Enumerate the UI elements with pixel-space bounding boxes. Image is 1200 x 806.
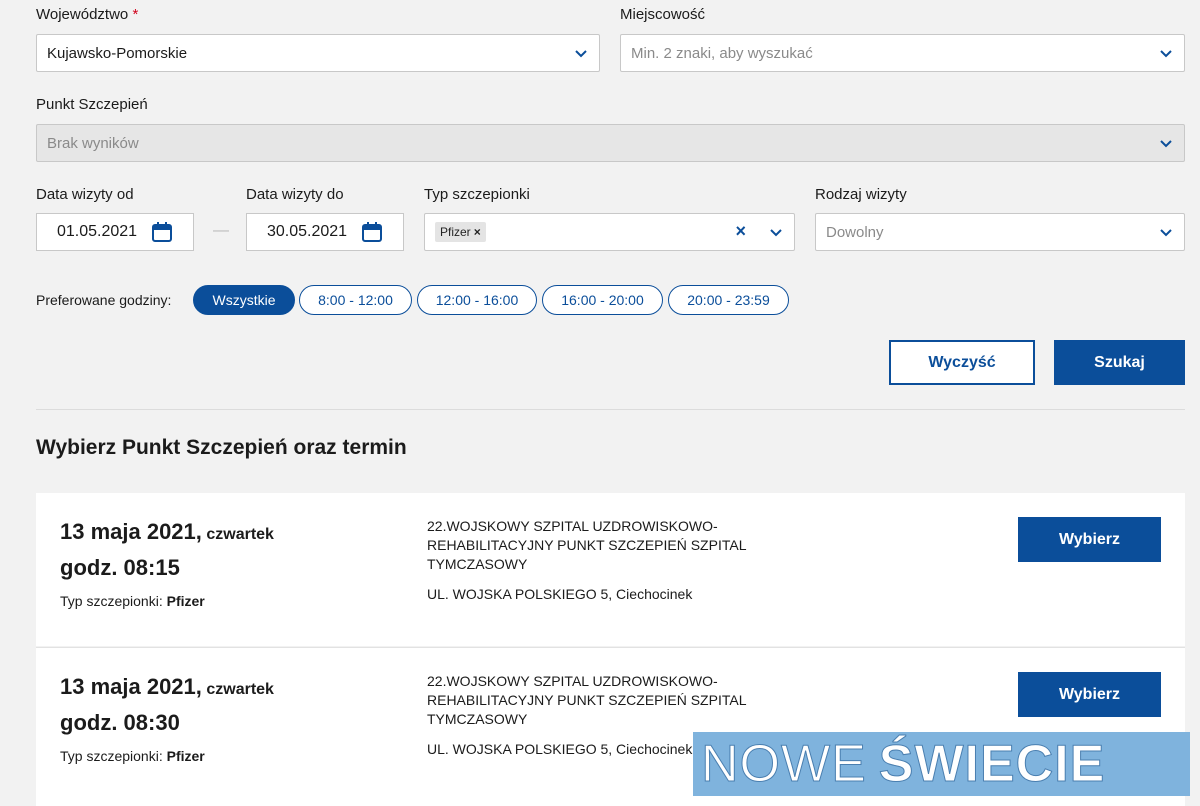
vaccine-type-label: Typ szczepionki — [424, 186, 530, 203]
visit-kind-label: Rodzaj wizyty — [815, 186, 907, 203]
vaccination-point-address: UL. WOJSKA POLSKIEGO 5, Ciechocinek — [427, 741, 693, 757]
chevron-down-icon — [575, 47, 587, 59]
calendar-icon[interactable] — [361, 221, 383, 243]
point-select[interactable]: Brak wyników — [36, 124, 1185, 162]
point-value: Brak wyników — [47, 134, 139, 152]
date-to-value: 30.05.2021 — [267, 223, 348, 240]
vaccine-tag-label: Pfizer — [440, 225, 471, 239]
chevron-down-icon — [1160, 226, 1172, 238]
divider — [36, 409, 1185, 410]
hours-label: Preferowane godziny: — [36, 292, 172, 308]
city-input[interactable]: Min. 2 znaki, aby wyszukać — [620, 34, 1185, 72]
appointment-time: godz. 08:30 — [60, 710, 180, 735]
vaccine-type-info: Typ szczepionki: Pfizer — [60, 748, 205, 764]
visit-kind-placeholder: Dowolny — [826, 223, 884, 241]
voivodeship-value: Kujawsko-Pomorskie — [47, 44, 188, 62]
select-button[interactable]: Wybierz — [1018, 517, 1161, 562]
hours-option-16-20[interactable]: 16:00 - 20:00 — [542, 285, 663, 315]
appointment-date: 13 maja 2021, czwartek — [60, 519, 274, 544]
clear-icon[interactable]: × — [735, 221, 746, 242]
required-mark: * — [132, 6, 139, 23]
vaccination-point-address: UL. WOJSKA POLSKIEGO 5, Ciechocinek — [427, 586, 693, 602]
vaccine-type-select[interactable]: Pfizer × × — [424, 213, 795, 251]
date-from-value: 01.05.2021 — [57, 223, 138, 240]
date-from-label: Data wizyty od — [36, 186, 134, 203]
vaccination-point-name: 22.WOJSKOWY SZPITAL UZDROWISKOWO-REHABIL… — [427, 518, 746, 572]
chevron-down-icon — [1160, 137, 1172, 149]
appointment-time: godz. 08:15 — [60, 555, 180, 580]
voivodeship-label: Województwo * — [36, 6, 139, 23]
vaccination-point-name: 22.WOJSKOWY SZPITAL UZDROWISKOWO-REHABIL… — [427, 673, 746, 727]
search-button[interactable]: Szukaj — [1054, 340, 1185, 385]
hours-option-20-24[interactable]: 20:00 - 23:59 — [668, 285, 789, 315]
city-label: Miejscowość — [620, 6, 706, 23]
chevron-down-icon — [1160, 47, 1172, 59]
vaccine-type-info: Typ szczepionki: Pfizer — [60, 593, 205, 609]
tag-remove-icon[interactable]: × — [474, 225, 481, 239]
appointment-date: 13 maja 2021, czwartek — [60, 674, 274, 699]
date-from-input[interactable]: 01.05.2021 — [36, 213, 194, 251]
point-label: Punkt Szczepień — [36, 96, 148, 113]
hours-option-12-16[interactable]: 12:00 - 16:00 — [417, 285, 537, 315]
results-title: Wybierz Punkt Szczepień oraz termin — [36, 436, 407, 459]
city-placeholder: Min. 2 znaki, aby wyszukać — [631, 44, 813, 62]
watermark-logo: NOWE ŚWIECIE — [693, 732, 1190, 796]
hours-option-all[interactable]: Wszystkie — [193, 285, 295, 315]
date-separator: — — [213, 222, 229, 239]
voivodeship-select[interactable]: Kujawsko-Pomorskie — [36, 34, 600, 72]
vaccine-tag: Pfizer × — [435, 222, 486, 242]
date-to-label: Data wizyty do — [246, 186, 344, 203]
hours-option-8-12[interactable]: 8:00 - 12:00 — [299, 285, 412, 315]
select-button[interactable]: Wybierz — [1018, 672, 1161, 717]
clear-button[interactable]: Wyczyść — [889, 340, 1035, 385]
calendar-icon[interactable] — [151, 221, 173, 243]
visit-kind-select[interactable]: Dowolny — [815, 213, 1185, 251]
chevron-down-icon — [770, 226, 782, 238]
date-to-input[interactable]: 30.05.2021 — [246, 213, 404, 251]
result-card: 13 maja 2021, czwartek godz. 08:15 Typ s… — [36, 493, 1185, 646]
